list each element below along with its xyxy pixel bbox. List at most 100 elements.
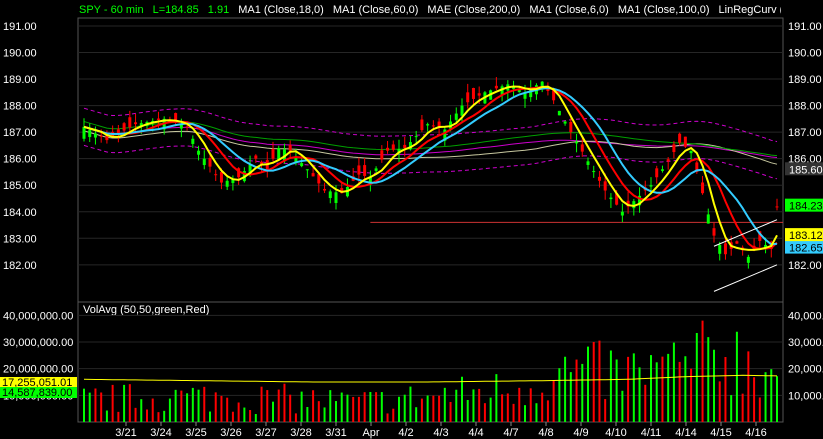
volume-axis-tick-left: 20,000,000.00	[3, 364, 73, 376]
x-axis-label: 3/25	[185, 427, 206, 439]
candle-body	[391, 144, 395, 150]
x-axis-label: 4/11	[641, 427, 662, 439]
candle-body	[191, 138, 195, 144]
candle-body	[93, 133, 97, 138]
candle-body	[649, 185, 653, 187]
x-axis-label: 4/7	[503, 427, 518, 439]
linreg-lower	[713, 264, 778, 292]
candle-body	[128, 117, 132, 128]
ma6-line	[83, 85, 778, 251]
candle-body	[460, 105, 464, 116]
candle-body	[363, 165, 367, 176]
x-axis-label: 4/10	[605, 427, 626, 439]
candle-body	[592, 171, 596, 173]
price-axis-tick-left: 185.00	[3, 180, 37, 192]
candle-body	[334, 192, 338, 203]
candle-body	[666, 159, 670, 162]
candle-body	[466, 92, 470, 103]
candle-body	[179, 124, 183, 129]
volume-panel	[77, 301, 784, 423]
volume-axis-tick-right: 20,000.00	[788, 364, 823, 376]
volume-axis-tick-left: 40,000,000.00	[3, 310, 73, 322]
candle-body	[134, 122, 138, 125]
candle-body	[775, 206, 779, 208]
candle-body	[471, 87, 475, 99]
candle-body	[706, 214, 710, 224]
price-axis-tick-right: 189.00	[788, 74, 822, 86]
candle-body	[569, 122, 573, 133]
candle-body	[328, 191, 332, 199]
x-axis-label: 3/26	[220, 427, 241, 439]
x-axis-label: 4/14	[675, 427, 696, 439]
value-tag-label: 183.12	[789, 230, 823, 242]
x-axis-label: 4/15	[710, 427, 731, 439]
candle-body	[288, 144, 292, 151]
candle-body	[735, 241, 739, 244]
candle-body	[197, 150, 201, 155]
candle-body	[323, 188, 327, 191]
candle-body	[620, 211, 624, 216]
candle-body	[454, 113, 458, 120]
x-axis-label: 4/3	[433, 427, 448, 439]
candle-body	[208, 157, 212, 167]
price-axis-tick-left: 183.00	[3, 233, 37, 245]
price-axis-tick-left: 191.00	[3, 21, 37, 33]
candle-body	[214, 174, 218, 176]
price-axis-tick-left: 182.00	[3, 260, 37, 272]
x-axis-label: 4/16	[745, 427, 766, 439]
candle-body	[254, 155, 258, 159]
volume-axis-tick-left: 30,000,000.00	[3, 337, 73, 349]
x-axis-label: 3/31	[325, 427, 346, 439]
candle-body	[563, 121, 567, 124]
candle-body	[683, 136, 687, 147]
volume-tag-last-label: 14,587,839.00	[2, 387, 72, 399]
x-axis-label: 4/2	[398, 427, 413, 439]
candle-body	[82, 126, 86, 139]
candle-body	[426, 124, 430, 126]
candle-body	[305, 169, 309, 171]
price-axis-tick-right: 187.00	[788, 127, 822, 139]
price-axis-tick-left: 190.00	[3, 48, 37, 60]
candle-body	[202, 158, 206, 166]
candle-body	[311, 173, 315, 177]
price-volume-chart: 191.00 190.00 189.00 188.00 187.00 186.00 185.…	[0, 17, 823, 439]
candle-body	[420, 119, 424, 131]
candle-body	[746, 256, 750, 263]
price-axis-tick-right: 190.00	[788, 48, 822, 60]
price-axis-tick-right: 188.00	[788, 101, 822, 113]
price-axis-tick-left: 189.00	[3, 74, 37, 86]
candle-body	[603, 181, 607, 191]
x-axis-label: Apr	[362, 427, 379, 439]
value-tag-label: 182.65	[789, 243, 823, 255]
candle-body	[655, 168, 659, 178]
candle-body	[271, 148, 275, 159]
candle-body	[219, 172, 223, 183]
volume-axis-tick-right: 30,000.00	[788, 337, 823, 349]
candle-body	[185, 126, 189, 128]
candle-body	[575, 141, 579, 144]
candle-body	[414, 136, 418, 138]
price-axis-tick-left: 184.00	[3, 207, 37, 219]
value-tag-label: 185.60	[789, 164, 823, 176]
candle-body	[431, 125, 435, 127]
candle-body	[712, 228, 716, 236]
candle-body	[689, 150, 693, 154]
candle-body	[156, 118, 160, 120]
candle-body	[300, 163, 304, 167]
candle-body	[586, 161, 590, 165]
volume-axis-tick-right: 10,000.00	[788, 390, 823, 402]
x-axis-label: 3/24	[150, 427, 171, 439]
value-tag-label: 184.23	[789, 201, 823, 213]
candle-body	[374, 168, 378, 171]
x-axis-label: 4/9	[573, 427, 588, 439]
candle-body	[99, 135, 103, 137]
candle-body	[494, 85, 498, 89]
candle-body	[597, 176, 601, 181]
candle-body	[88, 130, 92, 138]
candle-body	[557, 110, 561, 116]
price-axis-tick-right: 191.00	[788, 21, 822, 33]
price-axis-tick-right: 182.00	[788, 260, 822, 272]
candle-body	[701, 182, 705, 194]
candle-body	[718, 244, 722, 254]
candle-body	[403, 144, 407, 149]
